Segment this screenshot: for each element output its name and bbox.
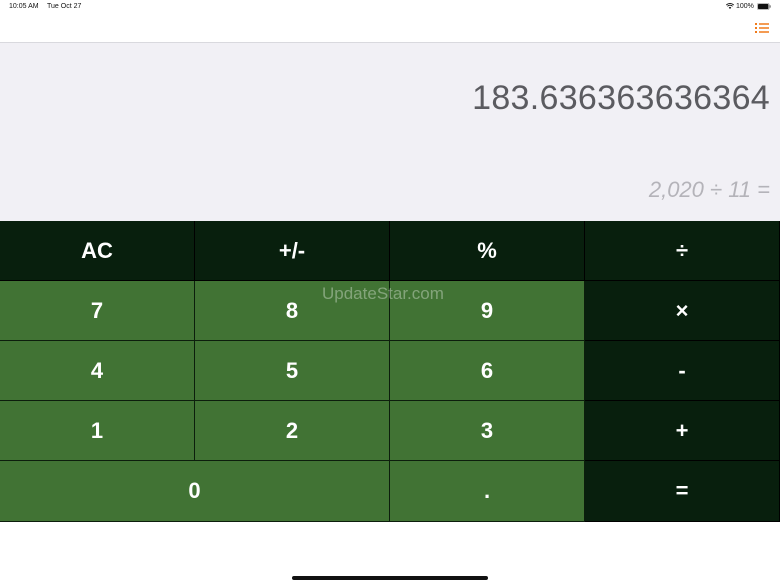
wifi-icon xyxy=(726,3,734,9)
percent-button[interactable]: % xyxy=(390,221,585,281)
digit-1-button[interactable]: 1 xyxy=(0,401,195,461)
multiply-button[interactable]: × xyxy=(585,281,780,341)
status-bar: 10:05 AM Tue Oct 27 100% xyxy=(0,0,780,14)
divide-button[interactable]: ÷ xyxy=(585,221,780,281)
digit-2-button[interactable]: 2 xyxy=(195,401,390,461)
nav-bar xyxy=(0,14,780,43)
calculator-display: 183.636363636364 2,020 ÷ 11 = xyxy=(0,43,780,221)
result-display: 183.636363636364 xyxy=(472,79,770,117)
digit-9-button[interactable]: 9 xyxy=(390,281,585,341)
status-date: Tue Oct 27 xyxy=(47,3,82,10)
digit-8-button[interactable]: 8 xyxy=(195,281,390,341)
digit-5-button[interactable]: 5 xyxy=(195,341,390,401)
decimal-button[interactable]: . xyxy=(390,461,585,522)
calculator-screen: 10:05 AM Tue Oct 27 100% 183.63636363636… xyxy=(0,0,780,585)
status-time: 10:05 AM xyxy=(9,3,39,10)
equals-button[interactable]: = xyxy=(585,461,780,522)
digit-0-button[interactable]: 0 xyxy=(0,461,390,522)
digit-6-button[interactable]: 6 xyxy=(390,341,585,401)
keypad: AC +/- % ÷ 7 8 9 × 4 5 6 - 1 2 3 + 0 . = xyxy=(0,221,780,522)
clear-button[interactable]: AC xyxy=(0,221,195,281)
sign-toggle-button[interactable]: +/- xyxy=(195,221,390,281)
digit-7-button[interactable]: 7 xyxy=(0,281,195,341)
subtract-button[interactable]: - xyxy=(585,341,780,401)
list-icon[interactable] xyxy=(755,22,769,34)
expression-display: 2,020 ÷ 11 = xyxy=(648,177,770,202)
battery-icon xyxy=(757,3,771,10)
add-button[interactable]: + xyxy=(585,401,780,461)
digit-4-button[interactable]: 4 xyxy=(0,341,195,401)
battery-percent: 100% xyxy=(736,3,754,10)
digit-3-button[interactable]: 3 xyxy=(390,401,585,461)
home-indicator[interactable] xyxy=(292,576,488,580)
